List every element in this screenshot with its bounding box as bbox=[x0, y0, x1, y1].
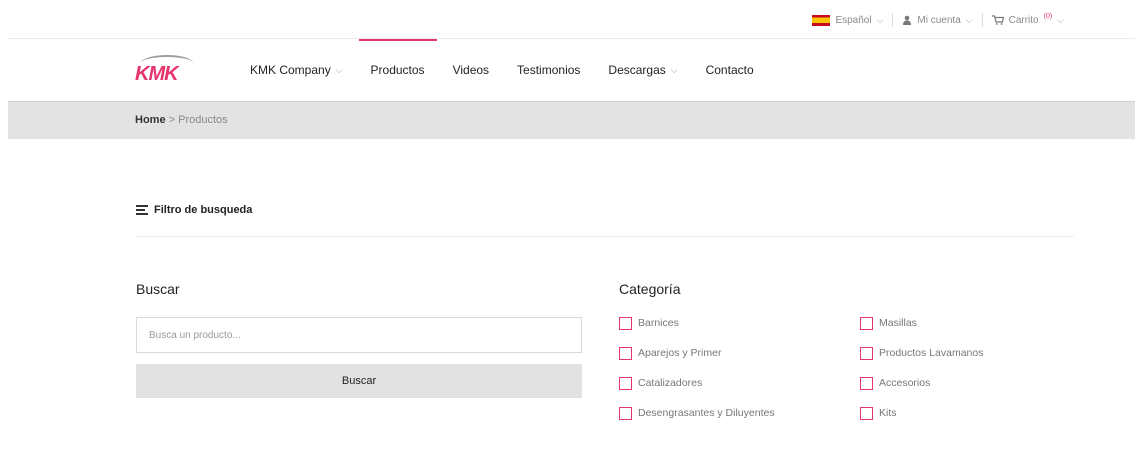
category-checkbox[interactable] bbox=[860, 346, 873, 360]
user-icon bbox=[903, 15, 912, 25]
search-heading: Buscar bbox=[136, 281, 180, 297]
main-navigation: KMK KMK Company ⌵ Productos Videos Testi… bbox=[0, 39, 1135, 101]
category-heading: Categoría bbox=[619, 281, 681, 297]
cart-label: Carrito bbox=[1008, 14, 1039, 26]
account-menu[interactable]: Mi cuenta ⌵ bbox=[893, 15, 981, 26]
category-item[interactable]: Masillas bbox=[860, 315, 983, 331]
logo-text: KMK bbox=[135, 63, 179, 85]
category-item[interactable]: Productos Lavamanos bbox=[860, 345, 983, 361]
category-checkbox[interactable] bbox=[860, 406, 873, 420]
category-item[interactable]: Desengrasantes y Diluyentes bbox=[619, 405, 775, 421]
nav-item-kmk-company[interactable]: KMK Company ⌵ bbox=[250, 39, 343, 101]
cart-icon bbox=[991, 15, 1004, 25]
category-label: Kits bbox=[879, 407, 897, 419]
spain-flag-icon bbox=[812, 14, 831, 26]
chevron-down-icon: ⌵ bbox=[1057, 14, 1064, 25]
nav-item-label: Productos bbox=[370, 63, 425, 77]
breadcrumb-home[interactable]: Home bbox=[135, 114, 166, 126]
kmk-logo[interactable]: KMK bbox=[135, 53, 205, 87]
language-label: Español bbox=[835, 14, 872, 26]
chevron-down-icon: ⌵ bbox=[876, 14, 884, 25]
category-list-right: Masillas Productos Lavamanos Accesorios … bbox=[860, 315, 983, 435]
chevron-down-icon: ⌵ bbox=[335, 64, 343, 75]
category-checkbox[interactable] bbox=[860, 316, 873, 330]
nav-links: KMK Company ⌵ Productos Videos Testimoni… bbox=[250, 39, 782, 101]
nav-item-videos[interactable]: Videos bbox=[453, 39, 489, 101]
account-label: Mi cuenta bbox=[917, 14, 961, 26]
category-checkbox[interactable] bbox=[619, 376, 632, 390]
top-utility-links: Español ⌵ Mi cuenta ⌵ Carrito (0) ⌵ bbox=[803, 13, 1073, 27]
category-item[interactable]: Catalizadores bbox=[619, 375, 775, 391]
top-utility-bar: Español ⌵ Mi cuenta ⌵ Carrito (0) ⌵ bbox=[0, 0, 1135, 38]
nav-item-label: Contacto bbox=[705, 63, 754, 77]
category-checkbox[interactable] bbox=[619, 346, 632, 360]
breadcrumb-bar: Home > Productos bbox=[8, 101, 1135, 139]
nav-item-label: Videos bbox=[452, 63, 490, 77]
category-item[interactable]: Barnices bbox=[619, 315, 775, 331]
category-list-left: Barnices Aparejos y Primer Catalizadores… bbox=[619, 315, 775, 435]
nav-item-productos[interactable]: Productos bbox=[358, 39, 437, 101]
filter-heading[interactable]: Filtro de busqueda bbox=[136, 204, 252, 216]
nav-item-label: Testimonios bbox=[517, 63, 581, 77]
category-item[interactable]: Accesorios bbox=[860, 375, 983, 391]
language-selector[interactable]: Español ⌵ bbox=[803, 14, 892, 26]
breadcrumb-separator: > bbox=[168, 114, 176, 126]
category-label: Barnices bbox=[638, 317, 679, 329]
category-label: Aparejos y Primer bbox=[638, 347, 722, 359]
category-checkbox[interactable] bbox=[619, 406, 632, 420]
category-checkbox[interactable] bbox=[619, 316, 632, 330]
chevron-down-icon: ⌵ bbox=[965, 14, 973, 25]
nav-item-contacto[interactable]: Contacto bbox=[706, 39, 754, 101]
category-label: Catalizadores bbox=[638, 377, 703, 389]
category-label: Desengrasantes y Diluyentes bbox=[638, 407, 775, 419]
category-item[interactable]: Kits bbox=[860, 405, 983, 421]
nav-item-descargas[interactable]: Descargas ⌵ bbox=[608, 39, 677, 101]
nav-item-label: Descargas bbox=[608, 63, 666, 77]
cart-count-badge: (0) bbox=[1043, 12, 1053, 20]
category-label: Productos Lavamanos bbox=[879, 347, 984, 359]
nav-item-label: KMK Company bbox=[250, 63, 331, 77]
filter-title: Filtro de busqueda bbox=[154, 204, 253, 216]
filter-lines-icon bbox=[136, 205, 148, 215]
filter-divider bbox=[136, 236, 1074, 237]
category-label: Accesorios bbox=[879, 377, 931, 389]
category-item[interactable]: Aparejos y Primer bbox=[619, 345, 775, 361]
breadcrumb: Home > Productos bbox=[135, 114, 228, 126]
breadcrumb-current: Productos bbox=[178, 114, 228, 126]
nav-item-testimonios[interactable]: Testimonios bbox=[517, 39, 580, 101]
category-label: Masillas bbox=[879, 317, 917, 329]
category-checkbox[interactable] bbox=[860, 376, 873, 390]
chevron-down-icon: ⌵ bbox=[670, 64, 678, 75]
search-button[interactable]: Buscar bbox=[136, 364, 582, 398]
search-input[interactable] bbox=[136, 317, 582, 353]
cart-menu[interactable]: Carrito (0) ⌵ bbox=[983, 12, 1073, 26]
